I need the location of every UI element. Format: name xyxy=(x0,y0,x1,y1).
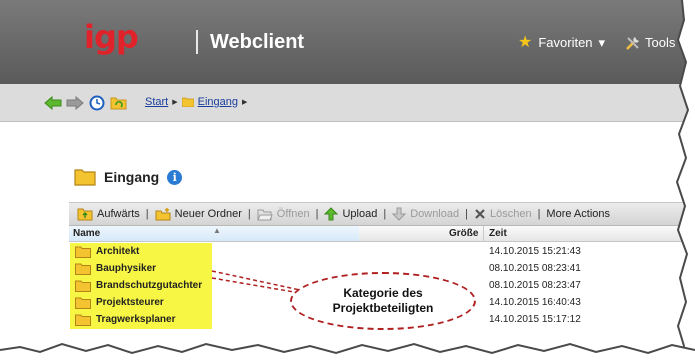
breadcrumb-arrow-icon: ▶ xyxy=(172,99,178,106)
toolbar-separator: | xyxy=(537,208,541,220)
top-header-bar: igp Webclient ★ Favoriten ▾ Tools xyxy=(0,0,695,84)
back-arrow-icon[interactable] xyxy=(44,94,62,112)
delete-button[interactable]: Löschen xyxy=(474,208,532,220)
forward-arrow-icon[interactable] xyxy=(66,94,84,112)
modified-time: 08.10.2015 08:23:41 xyxy=(489,263,581,274)
up-label: Aufwärts xyxy=(97,208,140,220)
name-column-header[interactable]: Name xyxy=(73,228,100,239)
app-title: Webclient xyxy=(210,31,305,53)
delete-x-icon xyxy=(475,209,485,219)
toolbar-separator: | xyxy=(315,208,319,220)
folder-icon xyxy=(74,169,96,186)
toolbar-separator: | xyxy=(383,208,387,220)
download-button[interactable]: Download xyxy=(392,207,459,221)
more-actions-button[interactable]: More Actions xyxy=(546,208,610,220)
tools-icon xyxy=(626,37,639,50)
open-button[interactable]: Öffnen xyxy=(257,208,310,221)
breadcrumb-arrow-icon: ▶ xyxy=(242,99,248,106)
folder-heading: Eingang i xyxy=(74,168,183,186)
folder-icon xyxy=(75,297,91,309)
callout-line-2: Projektbeteiligten xyxy=(332,301,434,315)
modified-time: 08.10.2015 08:23:47 xyxy=(489,280,581,291)
folder-icon xyxy=(181,97,194,107)
folder-name: Architekt xyxy=(96,246,140,257)
table-header: Name ▲ Größe Zeit xyxy=(69,226,695,242)
folder-up-icon xyxy=(77,208,93,220)
open-label: Öffnen xyxy=(276,208,310,220)
favorites-menu[interactable]: ★ Favoriten ▾ xyxy=(518,35,605,51)
tools-label: Tools xyxy=(645,35,676,50)
webclient-screenshot: igp Webclient ★ Favoriten ▾ Tools Start … xyxy=(0,0,695,360)
new-folder-icon xyxy=(155,207,171,220)
modified-time: 14.10.2015 15:17:12 xyxy=(489,314,581,325)
upload-button[interactable]: Upload xyxy=(324,207,377,221)
delete-label: Löschen xyxy=(489,208,532,220)
toolbar-separator: | xyxy=(247,208,251,220)
folder-icon xyxy=(75,246,91,258)
folder-icon xyxy=(75,280,91,292)
star-icon: ★ xyxy=(518,34,533,51)
breadcrumb-eingang-link[interactable]: Eingang xyxy=(198,96,238,108)
folder-name: Tragwerksplaner xyxy=(96,314,176,325)
upload-arrow-icon xyxy=(324,207,339,221)
modified-time: 14.10.2015 15:21:43 xyxy=(489,246,581,257)
favorites-label: Favoriten xyxy=(538,35,593,50)
folder-name: Projektsteurer xyxy=(96,297,164,308)
modified-time: 14.10.2015 16:40:43 xyxy=(489,297,581,308)
igp-logo[interactable]: igp xyxy=(84,20,139,54)
toolbar-separator: | xyxy=(145,208,149,220)
header-separator xyxy=(196,30,198,54)
breadcrumb: Start ▶ Eingang ▶ xyxy=(145,96,247,108)
column-divider xyxy=(483,226,484,242)
new-folder-label: Neuer Ordner xyxy=(174,208,242,220)
up-button[interactable]: Aufwärts xyxy=(77,208,140,221)
refresh-folder-icon[interactable] xyxy=(110,94,128,112)
new-folder-button[interactable]: Neuer Ordner xyxy=(155,207,242,221)
time-column-header[interactable]: Zeit xyxy=(489,228,507,239)
table-row[interactable]: Architekt 14.10.2015 15:21:43 xyxy=(69,243,695,260)
folder-icon xyxy=(75,263,91,275)
breadcrumb-start-link[interactable]: Start xyxy=(145,96,168,108)
upload-label: Upload xyxy=(342,208,378,220)
chevron-down-icon: ▾ xyxy=(598,35,606,50)
open-folder-icon xyxy=(257,209,273,220)
toolbar-separator: | xyxy=(465,208,468,220)
annotation-callout: Kategorie des Projektbeteiligten xyxy=(290,272,476,330)
download-label: Download xyxy=(410,208,460,220)
sort-ascending-icon: ▲ xyxy=(213,226,221,235)
folder-title: Eingang xyxy=(104,169,160,185)
folder-icon xyxy=(75,314,91,326)
tools-menu[interactable]: Tools xyxy=(625,35,675,51)
size-column-header[interactable]: Größe xyxy=(449,228,478,239)
more-actions-label: More Actions xyxy=(546,208,611,220)
info-icon[interactable]: i xyxy=(167,169,183,185)
file-toolbar: Aufwärts | Neuer Ordner | Öffnen | Uploa… xyxy=(69,202,695,226)
download-arrow-icon xyxy=(392,207,407,221)
callout-line-1: Kategorie des xyxy=(343,286,423,300)
history-clock-icon[interactable] xyxy=(88,94,106,112)
folder-name: Bauphysiker xyxy=(96,263,157,274)
folder-name: Brandschutzgutachter xyxy=(96,280,203,291)
